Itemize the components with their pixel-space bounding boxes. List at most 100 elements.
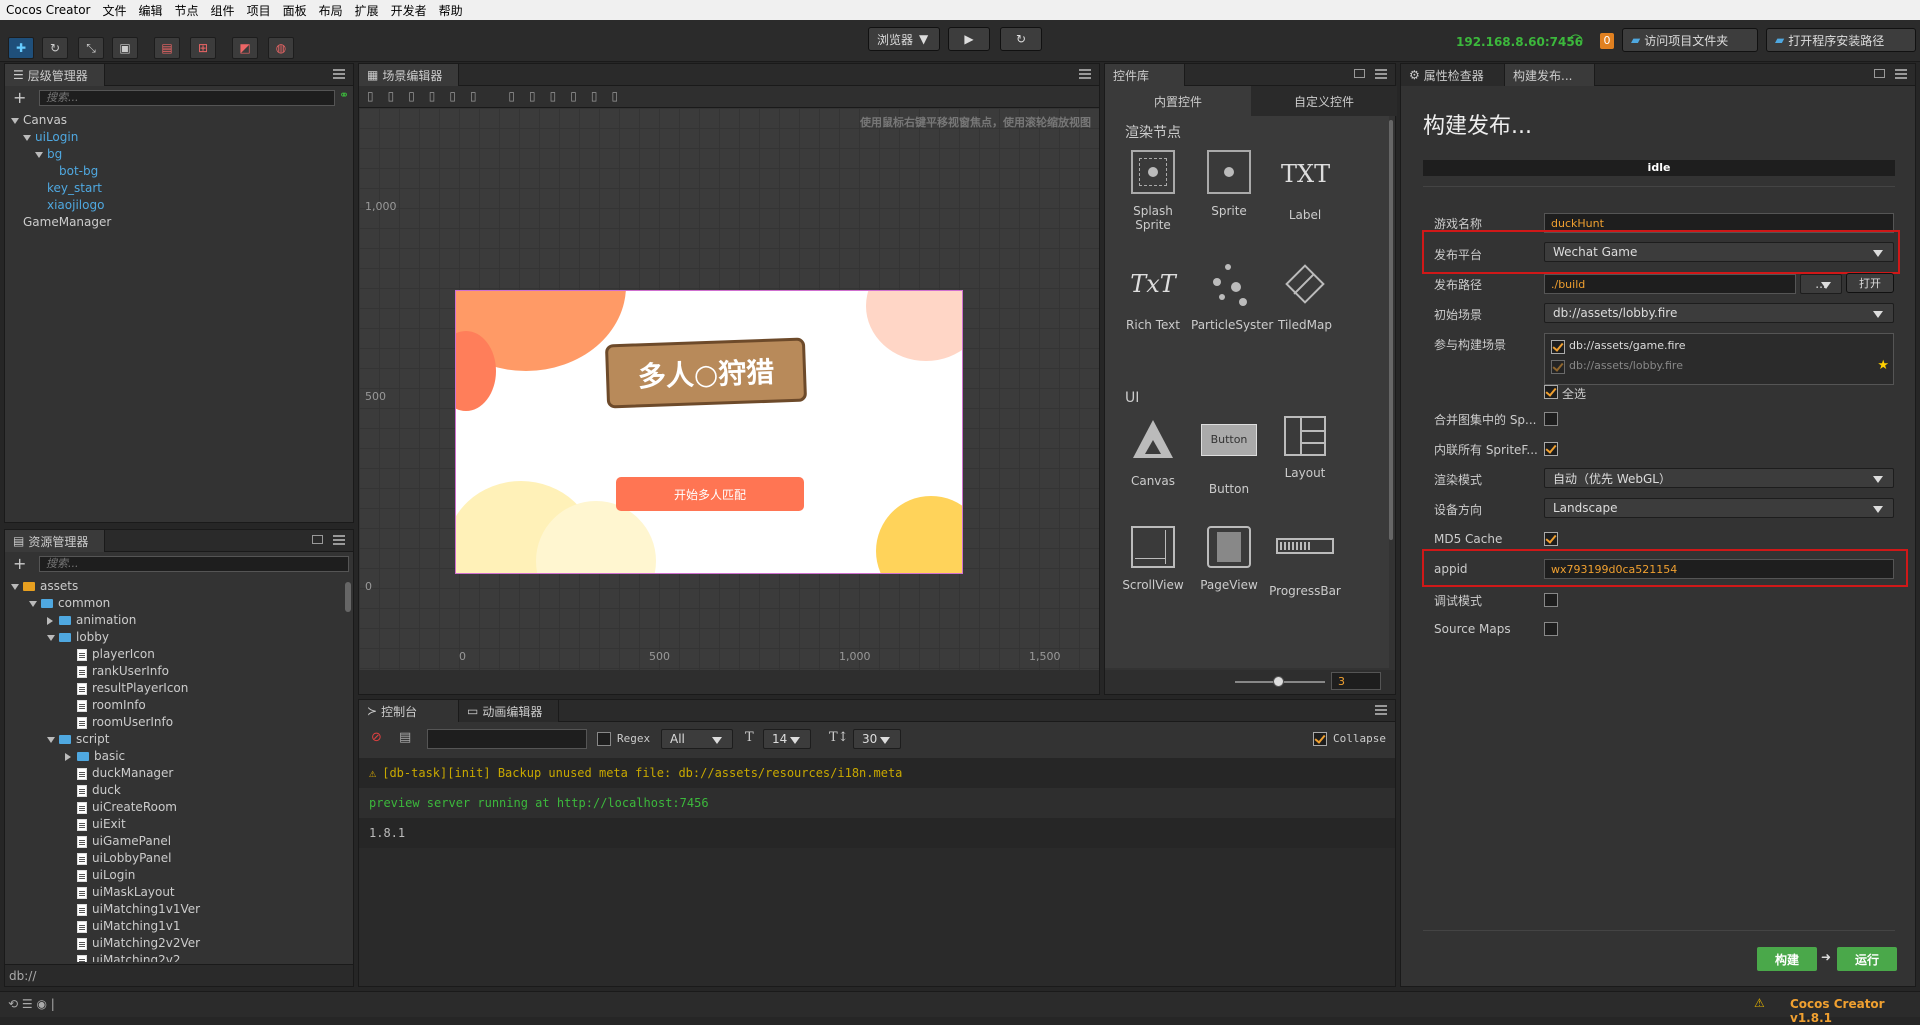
asset-item[interactable]: resultPlayerIcon: [11, 680, 341, 697]
start-scene-select[interactable]: db://assets/lobby.fire: [1544, 303, 1894, 323]
asset-item[interactable]: roomUserInfo: [11, 714, 341, 731]
menu-extension[interactable]: 扩展: [349, 2, 385, 19]
asset-item[interactable]: uiMatching1v1Ver: [11, 901, 341, 918]
move-tool-button[interactable]: ✚: [8, 37, 34, 59]
tab-properties[interactable]: ⚙ 属性检查器: [1401, 64, 1505, 86]
zoom-slider-handle[interactable]: [1273, 676, 1284, 687]
assets-tab[interactable]: ▤ 资源管理器: [5, 530, 105, 552]
build-button[interactable]: 构建: [1757, 947, 1817, 971]
font-size-select[interactable]: 14: [763, 729, 811, 749]
tab-custom-widgets[interactable]: 自定义控件: [1251, 86, 1397, 116]
expand-arrow-icon[interactable]: [65, 752, 71, 761]
browse-path-button[interactable]: ...: [1800, 274, 1842, 294]
local-toggle-button[interactable]: ⊞: [190, 37, 216, 59]
scene-viewport[interactable]: 使用鼠标右键平移视窗焦点，使用滚轮缩放视图 1,000 500 0 0 500 …: [359, 108, 1099, 670]
platform-select[interactable]: Wechat Game: [1544, 242, 1894, 262]
menu-layout[interactable]: 布局: [313, 2, 349, 19]
widget-label[interactable]: TXT Label: [1267, 150, 1343, 222]
asset-item[interactable]: playerIcon: [11, 646, 341, 663]
asset-item[interactable]: lobby: [11, 629, 341, 646]
panel-menu-icon[interactable]: [1375, 69, 1387, 79]
asset-item[interactable]: common: [11, 595, 341, 612]
appid-input[interactable]: wx793199d0ca521154: [1544, 559, 1894, 579]
menu-help[interactable]: 帮助: [433, 2, 469, 19]
build-path-input[interactable]: ./build: [1544, 274, 1796, 294]
hierarchy-tab[interactable]: ☰ 层级管理器: [5, 64, 105, 86]
open-install-path-button[interactable]: ▰ 打开程序安装路径: [1766, 28, 1916, 52]
collapse-checkbox[interactable]: [1313, 732, 1327, 746]
expand-arrow-icon[interactable]: [47, 616, 53, 625]
hierarchy-node[interactable]: GameManager: [11, 214, 111, 231]
game-canvas[interactable]: 多人○狩猎 开始多人匹配: [455, 290, 963, 574]
asset-item[interactable]: uiMatching2v2Ver: [11, 935, 341, 952]
widget-scrollview[interactable]: ScrollView: [1115, 526, 1191, 592]
pivot-toggle-button[interactable]: ▤: [154, 37, 180, 59]
scale-tool-button[interactable]: ⤡: [78, 37, 104, 59]
align-icons[interactable]: ▯▯▯▯▯▯ ▯▯▯▯▯▯: [367, 89, 632, 103]
asset-item[interactable]: uiMatching1v1: [11, 918, 341, 935]
hierarchy-search-input[interactable]: 搜索...: [39, 90, 335, 106]
merge-atlas-checkbox[interactable]: [1544, 412, 1558, 426]
clear-icon[interactable]: ⊘: [371, 730, 382, 745]
menu-file[interactable]: 文件: [97, 2, 133, 19]
add-asset-icon[interactable]: +: [13, 554, 26, 573]
hierarchy-node[interactable]: key_start: [11, 180, 111, 197]
tab-console[interactable]: ≻ 控制台: [359, 700, 459, 722]
widget-rich-text[interactable]: TxT Rich Text: [1115, 260, 1191, 332]
start-match-button[interactable]: 开始多人匹配: [616, 477, 804, 511]
widget-tiled-map[interactable]: TiledMap: [1267, 260, 1343, 332]
widget-splash-sprite[interactable]: Splash Sprite: [1115, 150, 1191, 232]
menu-edit[interactable]: 编辑: [133, 2, 169, 19]
asset-item[interactable]: uiMatching2v2: [11, 952, 341, 962]
select-all-checkbox[interactable]: [1544, 385, 1558, 399]
menu-node[interactable]: 节点: [169, 2, 205, 19]
link-icon[interactable]: ⚭: [339, 88, 349, 102]
asset-item[interactable]: uiMaskLayout: [11, 884, 341, 901]
debug-mode-checkbox[interactable]: [1544, 593, 1558, 607]
asset-item[interactable]: uiLobbyPanel: [11, 850, 341, 867]
widget-tab[interactable]: 控件库: [1105, 64, 1185, 86]
panel-menu-icon[interactable]: [1079, 69, 1091, 79]
menu-project[interactable]: 项目: [241, 2, 277, 19]
asset-item[interactable]: uiGamePanel: [11, 833, 341, 850]
assets-search-input[interactable]: 搜索...: [39, 556, 349, 572]
asset-item[interactable]: uiExit: [11, 816, 341, 833]
play-button[interactable]: ▶: [948, 27, 990, 51]
scene-tab[interactable]: ▦ 场景编辑器: [359, 64, 459, 86]
maximize-icon[interactable]: [1354, 69, 1365, 78]
maximize-icon[interactable]: [312, 535, 323, 544]
scene-1-checkbox[interactable]: [1551, 340, 1565, 354]
source-maps-checkbox[interactable]: [1544, 622, 1558, 636]
log-level-select[interactable]: All: [661, 729, 733, 749]
maximize-icon[interactable]: [1874, 69, 1885, 78]
expand-arrow-icon[interactable]: [47, 634, 55, 641]
menu-panel[interactable]: 面板: [277, 2, 313, 19]
regex-checkbox[interactable]: [597, 732, 611, 746]
orientation-select[interactable]: Landscape: [1544, 498, 1894, 518]
md5-cache-checkbox[interactable]: [1544, 532, 1558, 546]
run-button[interactable]: 运行: [1837, 947, 1897, 971]
expand-arrow-icon[interactable]: [11, 117, 19, 124]
asset-item[interactable]: animation: [11, 612, 341, 629]
panel-menu-icon[interactable]: [1895, 69, 1907, 79]
menu-component[interactable]: 组件: [205, 2, 241, 19]
rotate-tool-button[interactable]: ↻: [42, 37, 68, 59]
open-log-icon[interactable]: ▤: [399, 730, 411, 745]
tab-builtin-widgets[interactable]: 内置控件: [1105, 86, 1251, 116]
asset-item[interactable]: rankUserInfo: [11, 663, 341, 680]
rect-tool-button[interactable]: ▣: [112, 37, 138, 59]
line-height-select[interactable]: 30: [853, 729, 901, 749]
refresh-button[interactable]: ↻: [1000, 27, 1042, 51]
gizmo-button[interactable]: ◍: [268, 37, 294, 59]
expand-arrow-icon[interactable]: [11, 583, 19, 590]
open-path-button[interactable]: 打开: [1846, 273, 1894, 293]
expand-arrow-icon[interactable]: [47, 736, 55, 743]
hierarchy-node[interactable]: bg: [11, 146, 111, 163]
expand-arrow-icon[interactable]: [29, 600, 37, 607]
widget-particle-system[interactable]: ParticleSyster: [1191, 260, 1273, 332]
status-icons[interactable]: ⟲ ☰ ◉ |: [8, 997, 55, 1011]
preview-platform-select[interactable]: 浏览器 ▼: [868, 27, 940, 51]
inline-spriteframe-checkbox[interactable]: [1544, 442, 1558, 456]
tab-animation-editor[interactable]: ▭ 动画编辑器: [459, 700, 559, 722]
expand-arrow-icon[interactable]: [23, 134, 31, 141]
